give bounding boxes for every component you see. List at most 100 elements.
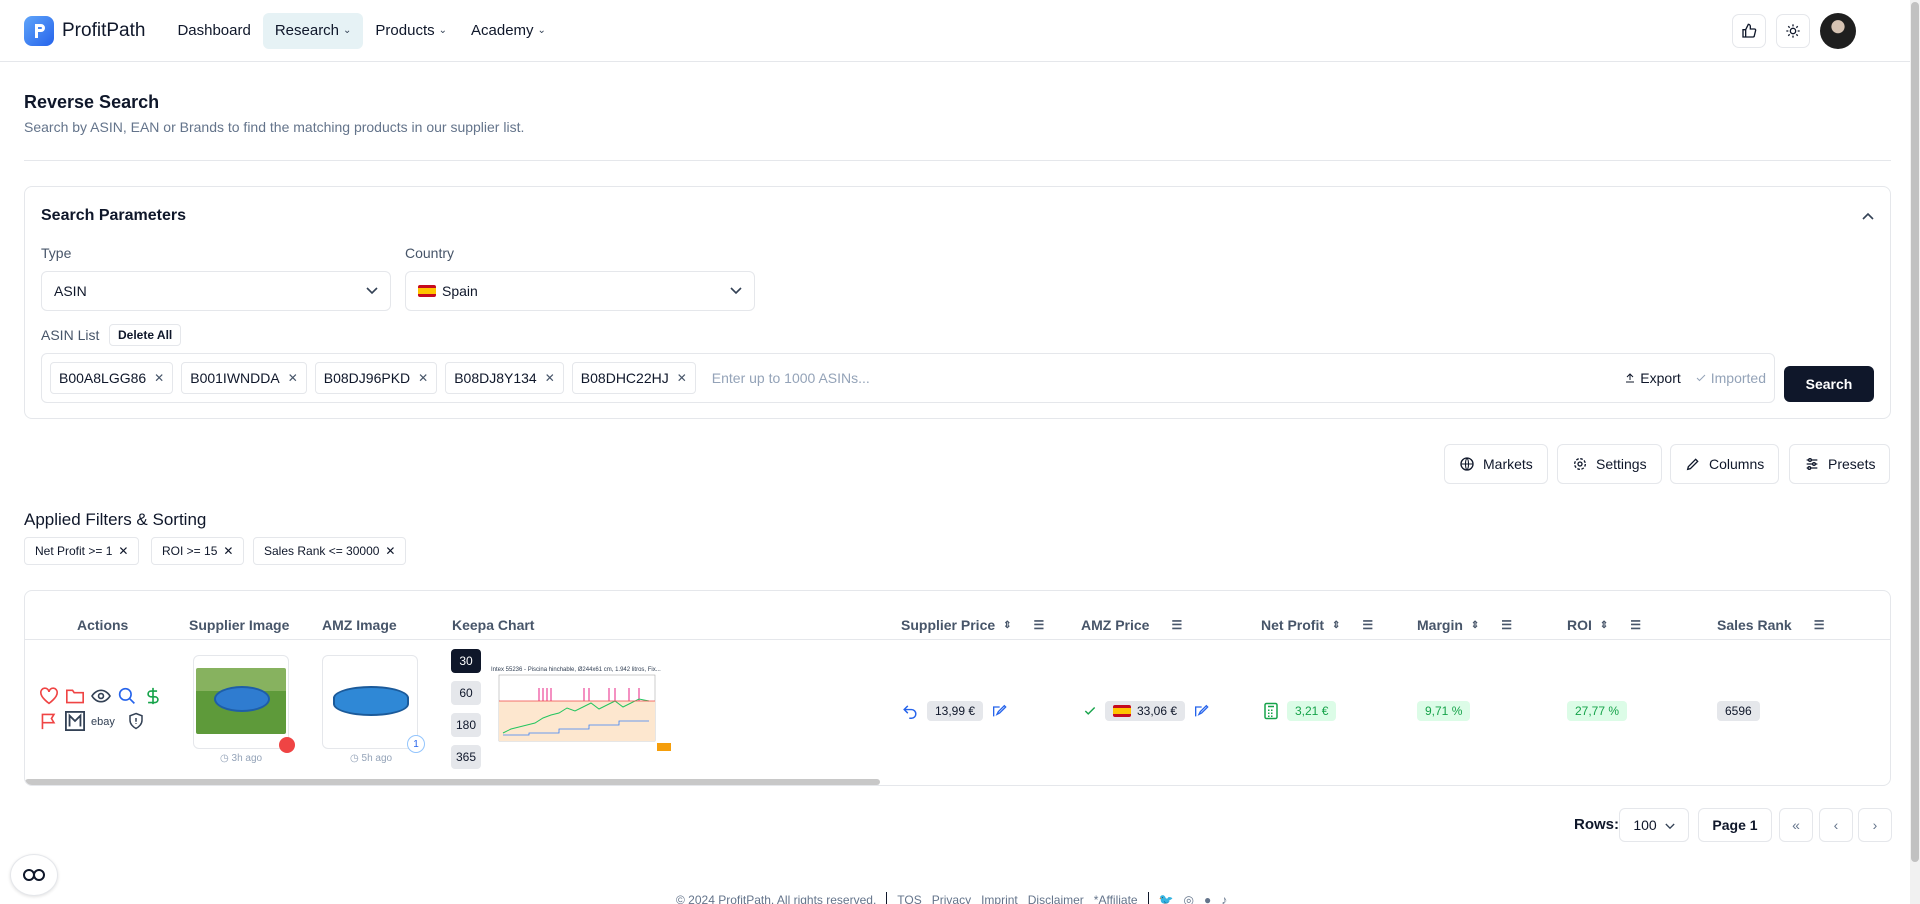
facebook-icon[interactable]: ● (1204, 893, 1211, 904)
close-icon[interactable]: ✕ (418, 371, 428, 385)
cookie-consent-button[interactable] (10, 854, 58, 896)
close-icon[interactable]: ✕ (288, 371, 298, 385)
asin-input-placeholder[interactable]: Enter up to 1000 ASINs... (712, 370, 870, 386)
chevron-down-icon: ⌄ (438, 25, 448, 36)
type-label: Type (41, 245, 72, 261)
range-30-button[interactable]: 30 (451, 649, 481, 673)
app-logo[interactable]: ProfitPath (24, 15, 145, 46)
footer: © 2024 ProfitPath. All rights reserved. … (676, 892, 1227, 904)
footer-link-disclaimer[interactable]: Disclaimer (1028, 893, 1084, 904)
supplier-image[interactable] (193, 655, 289, 749)
search-button[interactable]: Search (1784, 366, 1874, 402)
filter-icon[interactable]: ☰ (1630, 618, 1641, 632)
keepa-chart[interactable]: Intex 55236 - Piscina hinchable, Ø244x61… (489, 663, 673, 755)
asin-list-input[interactable]: B00A8LGG86 ✕ B001IWNDDA ✕ B08DJ96PKD ✕ B08D… (41, 353, 1775, 403)
search-icon[interactable] (117, 687, 137, 705)
country-select[interactable]: Spain (405, 271, 755, 311)
footer-link-tos[interactable]: TOS (897, 893, 921, 904)
vertical-scrollbar[interactable] (1910, 0, 1920, 904)
chevron-down-icon: ⌄ (537, 25, 546, 36)
heart-icon[interactable] (39, 687, 59, 705)
first-page-button[interactable]: « (1779, 808, 1813, 842)
next-page-button[interactable]: › (1858, 808, 1892, 842)
markets-button[interactable]: Markets (1444, 444, 1548, 484)
close-icon[interactable]: ✕ (223, 544, 233, 558)
range-60-button[interactable]: 60 (451, 681, 481, 705)
flag-icon[interactable] (39, 712, 59, 730)
filter-icon[interactable]: ☰ (1501, 618, 1512, 632)
rows-per-page-select[interactable]: 100 (1619, 808, 1689, 842)
supplier-time-ago-label: 3h ago (231, 753, 263, 764)
close-icon[interactable]: ✕ (677, 371, 687, 385)
markets-label: Markets (1483, 456, 1533, 472)
sort-icon[interactable]: ⇕ (1471, 620, 1479, 631)
nav-dashboard[interactable]: Dashboard (165, 13, 262, 49)
avatar[interactable] (1820, 12, 1856, 49)
tiktok-icon[interactable]: ♪ (1221, 893, 1227, 904)
chevron-down-icon (730, 284, 742, 298)
nav-academy[interactable]: Academy ⌄ (459, 13, 558, 49)
columns-button[interactable]: Columns (1670, 444, 1780, 484)
rows-per-page-value: 100 (1633, 817, 1657, 833)
eye-icon[interactable] (91, 687, 111, 705)
instagram-icon[interactable]: ◎ (1184, 893, 1194, 904)
undo-icon[interactable] (901, 703, 919, 719)
col-header-margin[interactable]: Margin ⇕ ☰ (1417, 617, 1512, 633)
type-select[interactable]: ASIN (41, 271, 391, 311)
sort-icon[interactable]: ⇕ (1332, 620, 1340, 631)
nav-research[interactable]: Research ⌄ (262, 12, 364, 49)
col-header-roi[interactable]: ROI ⇕ ☰ (1567, 617, 1641, 633)
filter-icon[interactable]: ☰ (1171, 618, 1182, 632)
close-icon[interactable]: ✕ (385, 544, 395, 558)
prev-page-button[interactable]: ‹ (1819, 808, 1853, 842)
export-button[interactable]: Export (1624, 370, 1681, 386)
keepa-icon[interactable] (65, 711, 85, 731)
chevron-right-icon: › (1872, 817, 1878, 833)
close-icon[interactable]: ✕ (154, 371, 164, 385)
amz-image[interactable] (322, 655, 418, 749)
footer-link-imprint[interactable]: Imprint (981, 893, 1018, 904)
nav-products[interactable]: Products ⌄ (363, 13, 459, 49)
twitter-icon[interactable]: 🐦 (1159, 893, 1174, 904)
feedback-button[interactable] (1732, 13, 1766, 48)
footer-link-privacy[interactable]: Privacy (932, 893, 971, 904)
folder-heart-icon[interactable] (65, 687, 85, 705)
col-header-amz-price[interactable]: AMZ Price ☰ (1081, 617, 1182, 633)
range-180-button[interactable]: 180 (451, 713, 481, 737)
edit-icon[interactable] (991, 703, 1007, 719)
delete-all-button[interactable]: Delete All (109, 324, 182, 346)
pool-image (196, 668, 286, 734)
filter-icon[interactable]: ☰ (1362, 618, 1373, 632)
footer-link-affiliate[interactable]: *Affiliate (1094, 893, 1138, 904)
close-icon[interactable]: ✕ (545, 371, 555, 385)
logo-icon (24, 15, 54, 46)
filter-icon[interactable]: ☰ (1034, 618, 1045, 632)
col-header-sales-rank[interactable]: Sales Rank ☰ (1717, 617, 1824, 633)
close-icon[interactable]: ✕ (118, 544, 128, 558)
asin-chip: B00A8LGG86 ✕ (50, 362, 174, 394)
chevron-up-icon[interactable] (1862, 207, 1874, 223)
dollar-icon[interactable] (143, 687, 163, 705)
presets-button[interactable]: Presets (1789, 444, 1891, 484)
settings-button[interactable]: Settings (1557, 444, 1662, 484)
imported-label: Imported (1710, 370, 1766, 386)
asin-list-label: ASIN List (41, 327, 100, 343)
col-header-supplier-price[interactable]: Supplier Price ⇕ ☰ (901, 617, 1044, 633)
roi-cell: 27,77 % (1567, 701, 1628, 721)
col-header-net-profit[interactable]: Net Profit ⇕ ☰ (1261, 617, 1373, 633)
filter-icon[interactable]: ☰ (1814, 618, 1825, 632)
search-parameters-card: Search Parameters Type ASIN Country Spai… (24, 186, 1891, 419)
nav-products-label: Products (375, 22, 435, 39)
asin-chip-label: B08DHC22HJ (580, 370, 669, 386)
range-365-button[interactable]: 365 (451, 745, 481, 769)
edit-icon[interactable] (1193, 703, 1209, 719)
sort-icon[interactable]: ⇕ (1003, 620, 1011, 631)
thumbs-up-icon (1742, 23, 1757, 38)
scrollbar-thumb[interactable] (1911, 2, 1919, 862)
sort-icon[interactable]: ⇕ (1600, 620, 1608, 631)
ebay-icon[interactable]: ebay (91, 714, 121, 728)
horizontal-scrollbar[interactable] (25, 779, 880, 785)
theme-toggle-button[interactable] (1776, 13, 1810, 48)
calculator-icon[interactable] (1263, 702, 1279, 720)
shield-icon[interactable] (127, 712, 145, 730)
